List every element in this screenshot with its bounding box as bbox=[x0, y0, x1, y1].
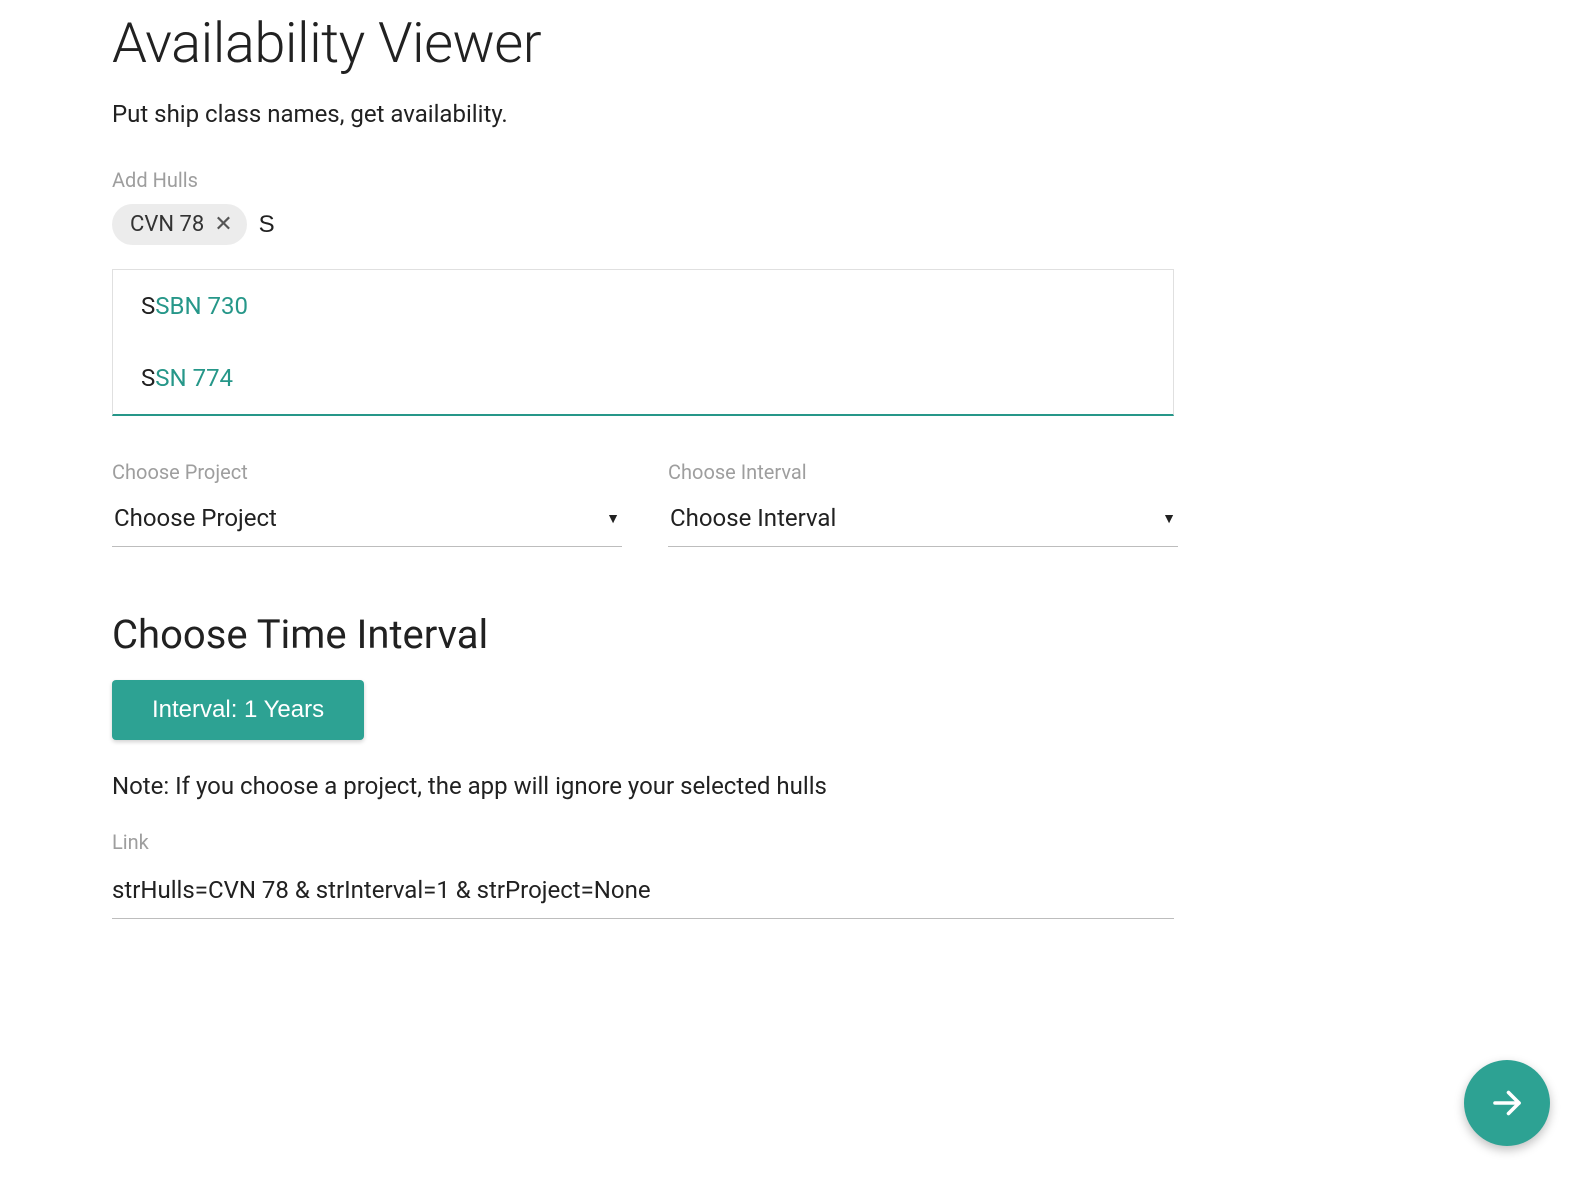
hulls-chip-input[interactable]: CVN 78 ✕ bbox=[112, 204, 1478, 245]
autocomplete-item[interactable]: SSBN 730 bbox=[113, 270, 1173, 342]
autocomplete-item[interactable]: SSN 774 bbox=[113, 342, 1173, 414]
link-label: Link bbox=[112, 830, 1478, 854]
time-interval-heading: Choose Time Interval bbox=[112, 611, 1478, 658]
chevron-down-icon: ▼ bbox=[1162, 510, 1176, 527]
interval-select-value: Choose Interval bbox=[670, 504, 836, 532]
interval-button[interactable]: Interval: 1 Years bbox=[112, 680, 364, 740]
project-select-value: Choose Project bbox=[114, 504, 277, 532]
autocomplete-rest: SN 774 bbox=[155, 364, 233, 392]
page-title: Availability Viewer bbox=[112, 10, 1478, 76]
interval-select-label: Choose Interval bbox=[668, 460, 1178, 484]
note-text: Note: If you choose a project, the app w… bbox=[112, 772, 1478, 800]
autocomplete-match-prefix: S bbox=[141, 364, 155, 392]
link-value[interactable]: strHulls=CVN 78 & strInterval=1 & strPro… bbox=[112, 866, 1174, 919]
interval-select[interactable]: Choose Interval ▼ bbox=[668, 496, 1178, 547]
hull-chip[interactable]: CVN 78 ✕ bbox=[112, 204, 247, 245]
project-select-label: Choose Project bbox=[112, 460, 622, 484]
close-icon[interactable]: ✕ bbox=[214, 214, 232, 236]
project-select[interactable]: Choose Project ▼ bbox=[112, 496, 622, 547]
autocomplete-rest: SBN 730 bbox=[155, 292, 248, 320]
add-hulls-label: Add Hulls bbox=[112, 168, 1478, 192]
arrow-right-icon bbox=[1489, 1085, 1525, 1121]
autocomplete-match-prefix: S bbox=[141, 292, 155, 320]
chevron-down-icon: ▼ bbox=[606, 510, 620, 527]
submit-fab[interactable] bbox=[1464, 1060, 1550, 1146]
page-subtitle: Put ship class names, get availability. bbox=[112, 100, 1478, 128]
hull-chip-label: CVN 78 bbox=[130, 212, 204, 237]
hulls-autocomplete-list: SSBN 730 SSN 774 bbox=[112, 269, 1174, 416]
hulls-input[interactable] bbox=[259, 211, 299, 239]
